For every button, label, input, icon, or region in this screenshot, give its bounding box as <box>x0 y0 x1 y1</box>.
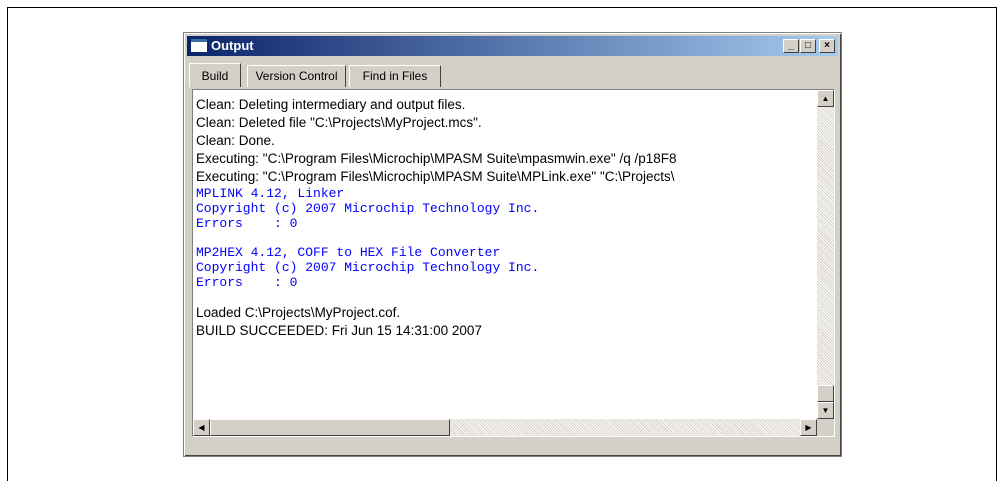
output-pane[interactable]: Clean: Deleting intermediary and output … <box>192 89 835 437</box>
tab-build[interactable]: Build <box>189 63 241 87</box>
scroll-left-button[interactable]: ◀ <box>193 419 210 436</box>
window-icon <box>191 39 207 52</box>
output-line: Copyright (c) 2007 Microchip Technology … <box>196 201 540 216</box>
output-line: Clean: Deleting intermediary and output … <box>196 97 466 112</box>
output-lines: Clean: Deleting intermediary and output … <box>196 96 808 340</box>
scroll-up-button[interactable]: ▲ <box>817 90 834 107</box>
minimize-button[interactable]: _ <box>783 39 799 53</box>
output-line: Errors : 0 <box>196 216 298 231</box>
output-line: MPLINK 4.12, Linker <box>196 186 345 201</box>
horizontal-scroll-thumb[interactable] <box>210 419 450 436</box>
output-line: Clean: Deleted file "C:\Projects\MyProje… <box>196 115 482 130</box>
tab-find-in-files[interactable]: Find in Files <box>349 65 441 87</box>
window-title: Output <box>211 38 254 53</box>
output-window: Output _ □ × Build Version Control Find … <box>183 32 842 457</box>
vertical-scrollbar[interactable]: ▲ ▼ <box>817 90 834 419</box>
output-line: Loaded C:\Projects\MyProject.cof. <box>196 305 401 320</box>
title-bar[interactable]: Output _ □ × <box>187 36 838 56</box>
maximize-button[interactable]: □ <box>800 39 816 53</box>
scroll-down-button[interactable]: ▼ <box>817 402 834 419</box>
close-button[interactable]: × <box>819 39 835 53</box>
tab-version-control[interactable]: Version Control <box>247 65 346 87</box>
output-line: BUILD SUCCEEDED: Fri Jun 15 14:31:00 200… <box>196 323 482 338</box>
output-line: Executing: "C:\Program Files\Microchip\M… <box>196 151 677 166</box>
output-line: Executing: "C:\Program Files\Microchip\M… <box>196 169 675 184</box>
scrollbar-corner <box>817 419 834 436</box>
output-line: Copyright (c) 2007 Microchip Technology … <box>196 260 540 275</box>
output-line: Errors : 0 <box>196 275 298 290</box>
vertical-scroll-thumb[interactable] <box>817 385 834 402</box>
horizontal-scrollbar[interactable]: ◀ ▶ <box>193 419 817 436</box>
scroll-right-button[interactable]: ▶ <box>800 419 817 436</box>
output-line: Clean: Done. <box>196 133 275 148</box>
output-line: MP2HEX 4.12, COFF to HEX File Converter <box>196 245 501 260</box>
